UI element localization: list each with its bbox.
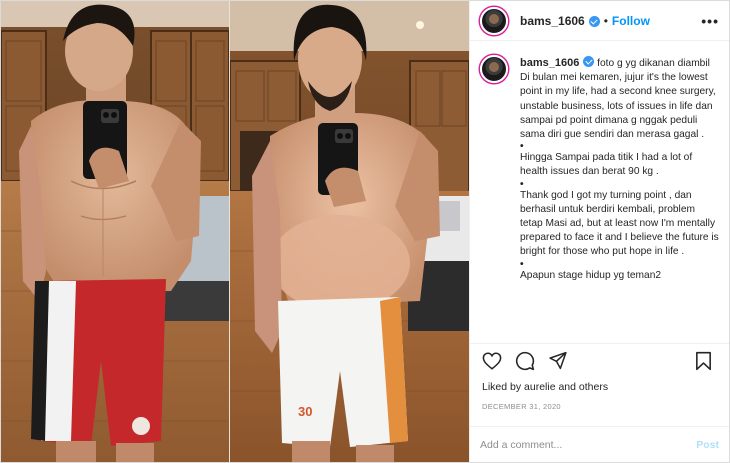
like-button[interactable] bbox=[480, 349, 504, 373]
action-bar bbox=[470, 343, 729, 377]
share-button[interactable] bbox=[546, 349, 570, 373]
heart-icon bbox=[482, 351, 502, 370]
verified-badge-icon bbox=[588, 16, 600, 27]
comment-button[interactable] bbox=[513, 349, 537, 373]
caption-avatar[interactable] bbox=[480, 55, 508, 83]
post-date[interactable]: DECEMBER 31, 2020 bbox=[470, 393, 729, 426]
more-options-icon[interactable]: ••• bbox=[701, 13, 719, 29]
likes-summary[interactable]: Liked by aurelie and others bbox=[470, 377, 729, 393]
post-header: bams_1606 • Follow ••• bbox=[470, 1, 729, 41]
post-photo[interactable]: 30 bbox=[1, 1, 469, 462]
caption-text-4: Thank god I got my turning point , dan b… bbox=[520, 189, 719, 258]
caption-paragraph-0: bams_1606 foto g yg dikanan diambil Di b… bbox=[520, 55, 719, 142]
caption-username[interactable]: bams_1606 bbox=[520, 57, 579, 69]
caption-text-2: Hingga Sampai pada titik I had a lot of … bbox=[520, 152, 693, 178]
caption-bullet: • bbox=[520, 178, 524, 190]
caption: bams_1606 foto g yg dikanan diambil Di b… bbox=[520, 55, 719, 343]
add-comment-bar: Post bbox=[470, 426, 729, 462]
caption-bullet: • bbox=[520, 141, 524, 153]
post-comment-button[interactable]: Post bbox=[696, 439, 719, 451]
bookmark-icon bbox=[695, 351, 711, 370]
share-icon bbox=[549, 351, 567, 370]
instagram-post-window: 30 bams_1606 • Follow ••• bams_1606 foto… bbox=[0, 0, 730, 463]
header-separator: • bbox=[603, 13, 608, 28]
caption-bullet: • bbox=[520, 258, 524, 270]
caption-verified-badge-icon bbox=[583, 56, 595, 67]
comments-area[interactable]: bams_1606 foto g yg dikanan diambil Di b… bbox=[470, 41, 729, 343]
post-sidebar: bams_1606 • Follow ••• bams_1606 foto g … bbox=[469, 1, 729, 462]
photo-right-scene: 30 bbox=[230, 1, 469, 462]
shorts-number-decoration: 30 bbox=[298, 404, 312, 419]
comment-input[interactable] bbox=[480, 438, 697, 451]
photo-left-scene bbox=[1, 1, 229, 462]
photo-after: 30 bbox=[230, 1, 469, 462]
photo-before bbox=[1, 1, 229, 462]
save-button[interactable] bbox=[691, 349, 715, 373]
follow-button[interactable]: Follow bbox=[612, 14, 650, 28]
avatar[interactable] bbox=[480, 6, 508, 35]
caption-text-6: Apapun stage hidup yg teman2 bbox=[520, 269, 662, 281]
caption-text-0: foto g yg dikanan diambil Di bulan mei k… bbox=[520, 58, 716, 141]
comment-icon bbox=[515, 351, 535, 370]
header-username[interactable]: bams_1606 bbox=[520, 14, 585, 28]
